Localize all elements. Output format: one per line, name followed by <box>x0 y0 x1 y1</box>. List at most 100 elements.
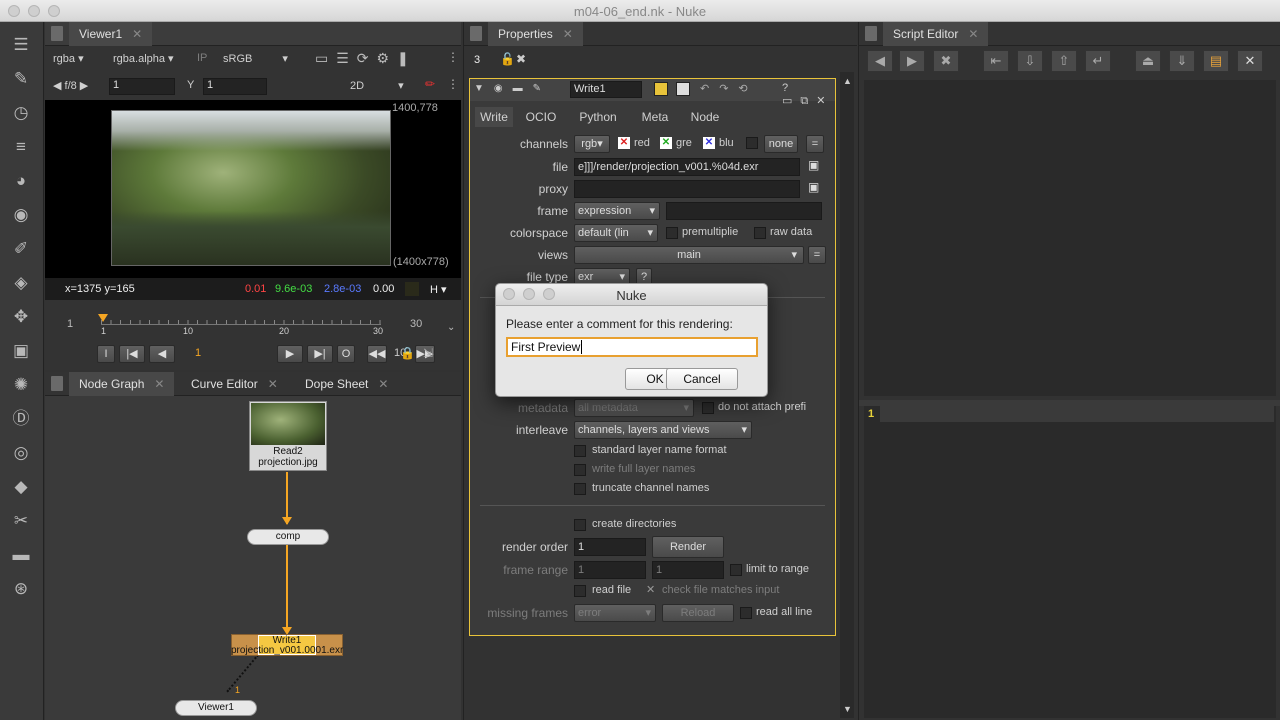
premultiplied-checkbox[interactable] <box>666 227 678 239</box>
tab-dope-sheet[interactable]: Dope Sheet ✕ <box>295 372 398 396</box>
tab-write[interactable]: Write <box>475 107 513 127</box>
cancel-button[interactable]: Cancel <box>666 368 738 390</box>
tab-properties[interactable]: Properties ✕ <box>488 22 583 46</box>
gain-field[interactable]: 1 <box>109 78 175 95</box>
other-icon[interactable]: ▬ <box>10 544 32 566</box>
frame-range-end[interactable]: 1 <box>652 561 724 579</box>
play-back-icon[interactable]: ◀ <box>149 345 175 363</box>
properties-scrollbar[interactable]: ▲ ▼ <box>840 72 854 718</box>
previous-script-icon[interactable]: ◀ <box>867 50 893 72</box>
red-checkbox[interactable]: ✕ <box>618 137 630 149</box>
playback-mode-icon[interactable]: ⇲ <box>423 346 433 360</box>
max-panels-field[interactable]: 3 <box>474 54 480 66</box>
scroll-down-icon[interactable]: ▼ <box>843 704 852 714</box>
paint-icon[interactable]: ✎ <box>10 68 32 90</box>
prev-key-icon[interactable]: |◀ <box>119 345 145 363</box>
show-output-icon[interactable]: ⇓ <box>1169 50 1195 72</box>
furnace-icon[interactable]: ⊛ <box>10 578 32 600</box>
current-frame[interactable]: 1 <box>195 347 201 359</box>
alpha-dropdown[interactable]: rgba.alpha ▾ <box>113 52 174 65</box>
colorspace-select[interactable]: default (lin ▾ <box>574 224 658 242</box>
node-graph-panel[interactable]: Node Graph ✕ Curve Editor ✕ Dope Sheet ✕ 1 … <box>45 372 461 720</box>
merge-icon[interactable]: ◈ <box>10 272 32 294</box>
tab-script-editor[interactable]: Script Editor ✕ <box>883 22 989 46</box>
tab-python[interactable]: Python <box>570 107 626 127</box>
render-order-field[interactable]: 1 <box>574 538 646 556</box>
pin-icon[interactable]: 🔓 <box>500 52 515 66</box>
help-float-close-icons[interactable]: ?▭⧉✕ <box>782 82 835 108</box>
read-all-lines-checkbox[interactable] <box>740 607 752 619</box>
interleave-select[interactable]: channels, layers and views ▾ <box>574 421 752 439</box>
limit-to-range-checkbox[interactable] <box>730 564 742 576</box>
viewer-node[interactable]: Viewer1 <box>175 700 257 716</box>
channels-menu-button[interactable]: = <box>806 135 824 153</box>
write-full-layer-checkbox[interactable] <box>574 464 586 476</box>
color-icon[interactable]: ◕ <box>10 170 32 192</box>
out-point-button[interactable]: O <box>337 345 355 363</box>
deep-icon[interactable]: Ⓓ <box>10 408 32 430</box>
file-browser-icon[interactable]: ▣ <box>808 158 819 172</box>
channel-icon[interactable]: ≡ <box>10 136 32 158</box>
read-node[interactable]: Read2 projection.jpg <box>249 401 327 471</box>
read-file-checkbox[interactable] <box>574 585 586 597</box>
viewer-canvas[interactable]: 1400,778 (1400x778) <box>45 100 461 298</box>
playhead[interactable] <box>98 314 108 322</box>
file-field[interactable]: e]]]/render/projection_v001.%04d.exr <box>574 158 800 176</box>
comp-node[interactable]: comp <box>247 529 329 545</box>
tab-node-graph[interactable]: Node Graph ✕ <box>69 372 175 396</box>
tab-curve-editor[interactable]: Curve Editor ✕ <box>181 372 288 396</box>
show-input-icon[interactable]: ⏏ <box>1135 50 1161 72</box>
show-both-icon[interactable]: ▤ <box>1203 50 1229 72</box>
panel-grip[interactable] <box>470 26 482 41</box>
tab-ocio[interactable]: OCIO <box>517 107 565 127</box>
gamma-field[interactable]: 1 <box>203 78 267 95</box>
close-icon[interactable]: ✕ <box>563 27 573 41</box>
tab-meta[interactable]: Meta <box>633 107 677 127</box>
do-not-attach-prefix-checkbox[interactable] <box>702 402 714 414</box>
mode-dropdown[interactable]: 2D ▾ <box>350 79 404 92</box>
frame-mode-select[interactable]: expression ▾ <box>574 202 660 220</box>
check-file-checkbox[interactable]: ✕ <box>646 583 655 596</box>
keyer-icon[interactable]: ✐ <box>10 238 32 260</box>
panel-grip[interactable] <box>51 26 63 41</box>
close-icon[interactable]: ✕ <box>968 27 978 41</box>
close-icon[interactable]: ✕ <box>268 377 278 391</box>
fourth-channel-select[interactable]: none <box>764 135 798 153</box>
metadata-select[interactable]: all metadata ▾ <box>574 399 694 417</box>
particles-icon[interactable]: ✺ <box>10 374 32 396</box>
write-node[interactable]: Write1 projection_v001.0001.exr <box>231 634 343 656</box>
raw-data-checkbox[interactable] <box>754 227 766 239</box>
paint-pen-icon[interactable]: ✏ <box>425 77 435 91</box>
reload-button[interactable]: Reload <box>662 604 734 622</box>
tab-viewer1[interactable]: Viewer1 ✕ <box>69 22 153 46</box>
standard-layer-checkbox[interactable] <box>574 445 586 457</box>
in-point-button[interactable]: I <box>97 345 115 363</box>
viewer-menu2-icon[interactable]: ⋮ <box>447 77 459 91</box>
views-menu-button[interactable]: = <box>808 246 826 264</box>
toolsets-icon[interactable]: ✂ <box>10 510 32 532</box>
node-name-field[interactable]: Write1 <box>570 81 642 98</box>
step-back-icon[interactable]: ◀◀ <box>367 345 387 363</box>
frame-range-start[interactable]: 1 <box>574 561 646 579</box>
panel-grip[interactable] <box>865 26 877 41</box>
ip-button[interactable]: IP <box>197 52 207 64</box>
time-icon[interactable]: ◷ <box>10 102 32 124</box>
script-input[interactable]: 1 <box>864 406 1276 718</box>
viewer-icon[interactable]: ☰ <box>10 34 32 56</box>
close-icon[interactable]: ✕ <box>154 377 164 391</box>
close-icon[interactable]: ✕ <box>378 377 388 391</box>
truncate-channel-checkbox[interactable] <box>574 483 586 495</box>
comment-input[interactable]: First Preview <box>506 337 758 357</box>
undo-redo-icons[interactable]: ↶↷⟲ <box>700 82 758 95</box>
timeline-ruler[interactable]: 1 10 20 30 <box>98 314 383 340</box>
create-directories-checkbox[interactable] <box>574 519 586 531</box>
lock-icon[interactable]: 🔒 <box>400 346 415 360</box>
scroll-up-icon[interactable]: ▲ <box>843 76 852 86</box>
lut-dropdown[interactable]: sRGB ▾ <box>223 52 288 65</box>
clear-history-icon[interactable]: ✖ <box>933 50 959 72</box>
green-checkbox[interactable]: ✕ <box>660 137 672 149</box>
font-color-button[interactable] <box>676 82 690 96</box>
alpha-checkbox[interactable] <box>746 137 758 149</box>
proxy-browser-icon[interactable]: ▣ <box>808 180 819 194</box>
load-script-icon[interactable]: ⇩ <box>1017 50 1043 72</box>
